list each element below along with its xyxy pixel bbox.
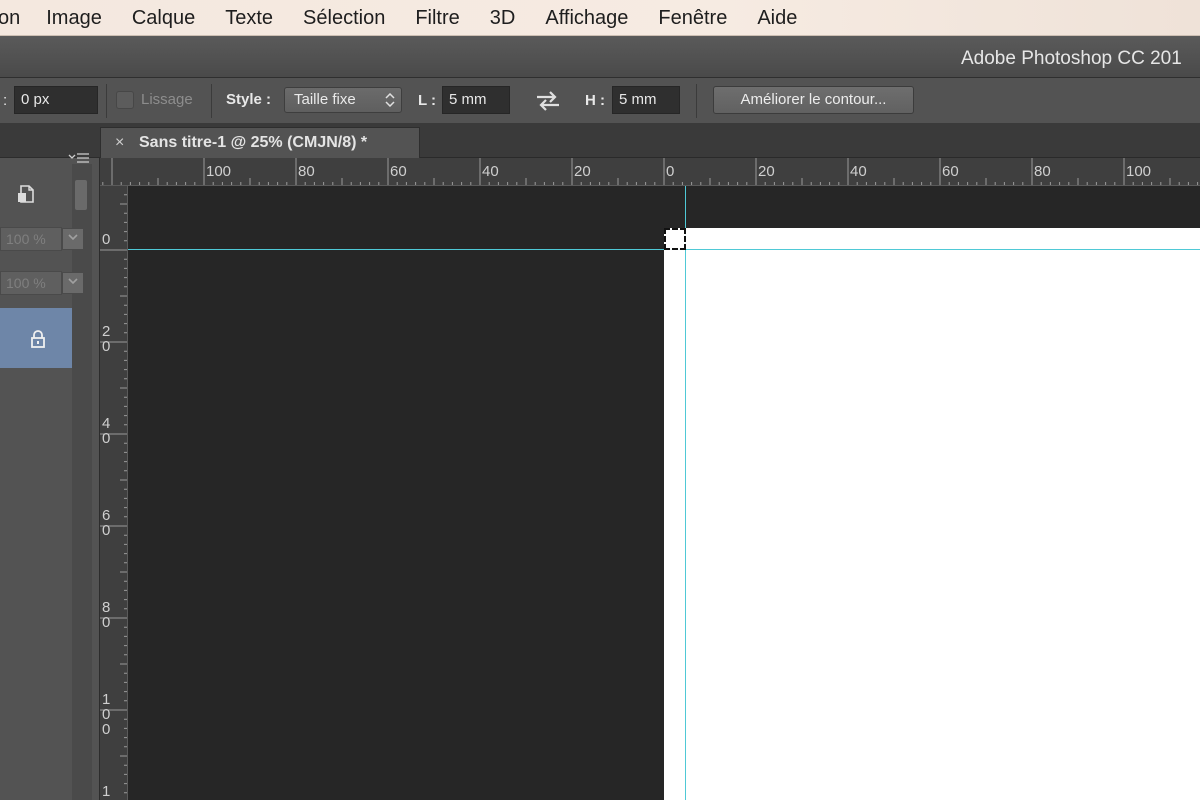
style-select-value: Taille fixe [294,91,356,108]
refine-edge-button[interactable]: Améliorer le contour... [713,86,914,114]
panel-scrollbar[interactable] [72,164,92,800]
horizontal-ruler[interactable]: 100 80 60 40 20 0 20 40 60 80 100 [100,158,1200,186]
document-tab[interactable]: × Sans titre-1 @ 25% (CMJN/8) * [100,127,420,158]
options-divider [696,84,697,118]
smoothing-label: Lissage [141,91,193,108]
options-divider [211,84,212,118]
chevron-down-icon [68,278,78,285]
vruler-label: 0 [102,231,111,248]
panel-scroll-thumb[interactable] [75,180,87,210]
vruler-label: 20 [102,323,111,355]
app-title: Adobe Photoshop CC 201 [961,48,1182,69]
vruler-label: 40 [102,415,111,447]
hruler-label: 40 [482,163,499,180]
menu-selection-truncated[interactable]: on [0,0,20,36]
vruler-label: 60 [102,507,111,539]
hruler-label: 60 [942,163,959,180]
hruler-label: 20 [574,163,591,180]
height-input[interactable]: 5 mm [612,86,680,114]
hruler-label: 100 [1126,163,1152,180]
layers-panel: 100 % 100 % [0,124,100,800]
style-label: Style : [226,91,272,108]
menu-selection[interactable]: Sélection [303,0,385,36]
layer-row-background[interactable] [0,308,72,368]
hruler-label: 60 [390,163,407,180]
updown-chevron-icon [385,93,395,107]
hruler-label: 20 [758,163,775,180]
chevron-down-icon [68,234,78,241]
opacity-dropdown[interactable] [62,228,84,250]
menu-bar: on Image Calque Texte Sélection Filtre 3… [0,0,1200,36]
panel-header [0,124,100,163]
menu-calque[interactable]: Calque [132,0,195,36]
vertical-ruler[interactable]: 0 20 40 60 80 100 1 [100,186,128,800]
feather-input[interactable]: 0 px [14,86,98,114]
menu-texte[interactable]: Texte [225,0,273,36]
width-label: L : [418,92,437,109]
document-tab-title: Sans titre-1 @ 25% (CMJN/8) * [139,134,368,151]
vertical-guide[interactable] [685,186,686,800]
tool-options-bar: : 0 px Lissage Style : Taille fixe L : 5… [0,78,1200,124]
width-input[interactable]: 5 mm [442,86,510,114]
hruler-label: 0 [666,163,675,180]
document-tab-bar: × Sans titre-1 @ 25% (CMJN/8) * [100,124,1200,158]
fill-input[interactable]: 100 % [0,271,62,295]
hruler-label: 80 [298,163,315,180]
vruler-label: 100 [102,691,111,738]
marquee-selection[interactable] [664,228,686,250]
feather-label: : [3,92,8,109]
menu-affichage[interactable]: Affichage [545,0,628,36]
smoothing-checkbox[interactable] [116,91,134,109]
swap-arrows-icon[interactable] [535,90,561,112]
menu-3d[interactable]: 3D [490,0,516,36]
hruler-label: 100 [206,163,232,180]
vruler-label: 80 [102,599,111,631]
close-icon[interactable]: × [115,134,124,152]
opacity-input[interactable]: 100 % [0,227,62,251]
menu-fenetre[interactable]: Fenêtre [658,0,727,36]
hruler-label: 80 [1034,163,1051,180]
lock-icon [31,330,45,348]
vruler-label: 1 [102,783,111,800]
new-document-icon[interactable] [16,184,36,206]
style-select[interactable]: Taille fixe [284,87,402,113]
height-label: H : [585,92,605,109]
menu-aide[interactable]: Aide [757,0,797,36]
hruler-label: 40 [850,163,867,180]
options-divider [106,84,107,118]
fill-dropdown[interactable] [62,272,84,294]
menu-filtre[interactable]: Filtre [415,0,459,36]
document-page[interactable] [664,228,1200,800]
menu-image[interactable]: Image [46,0,102,36]
